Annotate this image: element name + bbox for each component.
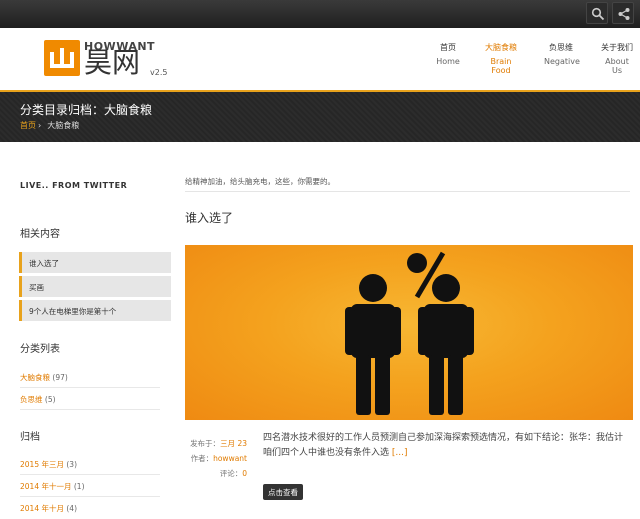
excerpt-more-link[interactable]: [...] (392, 448, 408, 458)
archive-count: (1) (73, 482, 85, 491)
archive-title-band: 分类目录归档：大脑食粮 首页 › 大脑食粮 (0, 92, 640, 142)
nav-label-en: About Us (605, 57, 629, 75)
share-icon (618, 8, 630, 20)
post-excerpt: 四名潜水技术很好的工作人员预测自己参加深海探索预选情况，有如下结论：张华：我估计… (263, 431, 623, 461)
site-header: HOWWANT 昊网 v2.5 首页 Home 大脑食粮 Brain Food … (0, 28, 640, 92)
logo-mark[interactable] (44, 40, 80, 76)
archive-item: 2015 年三月 (3) (20, 454, 160, 475)
category-link[interactable]: 负思维 (20, 395, 43, 404)
related-item[interactable]: 谁入选了 (19, 252, 171, 273)
nav-item-home[interactable]: 首页 Home (436, 42, 460, 66)
comments-link[interactable]: 0 (242, 469, 247, 478)
archive-count: (3) (66, 460, 77, 469)
figure-left (345, 274, 401, 415)
category-item: 大脑食粮 (97) (20, 367, 160, 388)
search-icon (591, 7, 605, 21)
author-link[interactable]: howwant (213, 454, 247, 463)
category-count: (97) (52, 373, 68, 382)
post-date-link[interactable]: 三月 23 (220, 439, 247, 448)
categories-heading: 分类列表 (20, 344, 60, 355)
post-comments: 评论：0 (185, 468, 247, 479)
nav-label-cn: 关于我们 (601, 43, 633, 52)
nav-label-cn: 大脑食粮 (485, 43, 517, 52)
excerpt-text: 四名潜水技术很好的工作人员预测自己参加深海探索预选情况，有如下结论：张华：我估计… (263, 433, 624, 458)
site-tagline: 给精神加油，给头脑充电，这些，你需要的。 (185, 176, 630, 192)
author-label: 作者： (190, 454, 214, 463)
breadcrumb-current: 大脑食粮 (47, 121, 80, 130)
two-figures-percent-illustration (345, 251, 474, 415)
top-bar (0, 0, 640, 28)
category-item: 负思维 (5) (20, 389, 160, 410)
version-label: v2.5 (150, 68, 168, 77)
archive-link[interactable]: 2014 年十月 (20, 504, 64, 513)
featured-image[interactable] (185, 245, 633, 420)
nav-item-about[interactable]: 关于我们 About Us (600, 42, 634, 75)
nav-label-en: Home (436, 57, 460, 66)
nav-item-brain-food[interactable]: 大脑食粮 Brain Food (482, 42, 520, 75)
share-button[interactable] (612, 2, 634, 24)
read-more-button[interactable]: 点击查看 (263, 484, 303, 500)
archive-item: 2014 年十月 (4) (20, 498, 160, 519)
archive-link[interactable]: 2015 年三月 (20, 460, 64, 469)
archive-title: 分类目录归档：大脑食粮 (20, 103, 153, 117)
related-heading: 相关内容 (20, 229, 60, 240)
figure-right (418, 274, 474, 415)
category-count: (5) (44, 395, 56, 404)
archive-heading: 归档 (20, 432, 40, 443)
breadcrumb: 首页 › 大脑食粮 (20, 120, 79, 131)
category-link[interactable]: 大脑食粮 (20, 373, 50, 382)
post-title[interactable]: 谁入选了 (185, 209, 233, 226)
archive-count: (4) (66, 504, 77, 513)
logo-text-cn[interactable]: 昊网 (84, 48, 140, 78)
related-item[interactable]: 9个人在电梯里你是第十个 (19, 300, 171, 321)
nav-label-cn: 首页 (440, 43, 456, 52)
breadcrumb-home-link[interactable]: 首页 (20, 121, 36, 130)
search-button[interactable] (586, 2, 608, 24)
post-date: 发布于：三月 23 (185, 438, 247, 449)
breadcrumb-separator: › (38, 121, 42, 130)
twitter-heading: LIVE.. FROM TWITTER (20, 181, 128, 190)
post-author: 作者：howwant (185, 453, 247, 464)
logo-icon (50, 48, 74, 68)
posted-label: 发布于： (190, 439, 221, 448)
nav-label-cn: 负思维 (549, 43, 573, 52)
comments-label: 评论： (219, 469, 243, 478)
nav-item-negative[interactable]: 负思维 Negative (544, 42, 580, 66)
archive-link[interactable]: 2014 年十一月 (20, 482, 71, 491)
archive-item: 2014 年十一月 (1) (20, 476, 160, 497)
nav-label-en: Brain Food (490, 57, 512, 75)
related-item[interactable]: 买画 (19, 276, 171, 297)
nav-label-en: Negative (544, 57, 580, 66)
